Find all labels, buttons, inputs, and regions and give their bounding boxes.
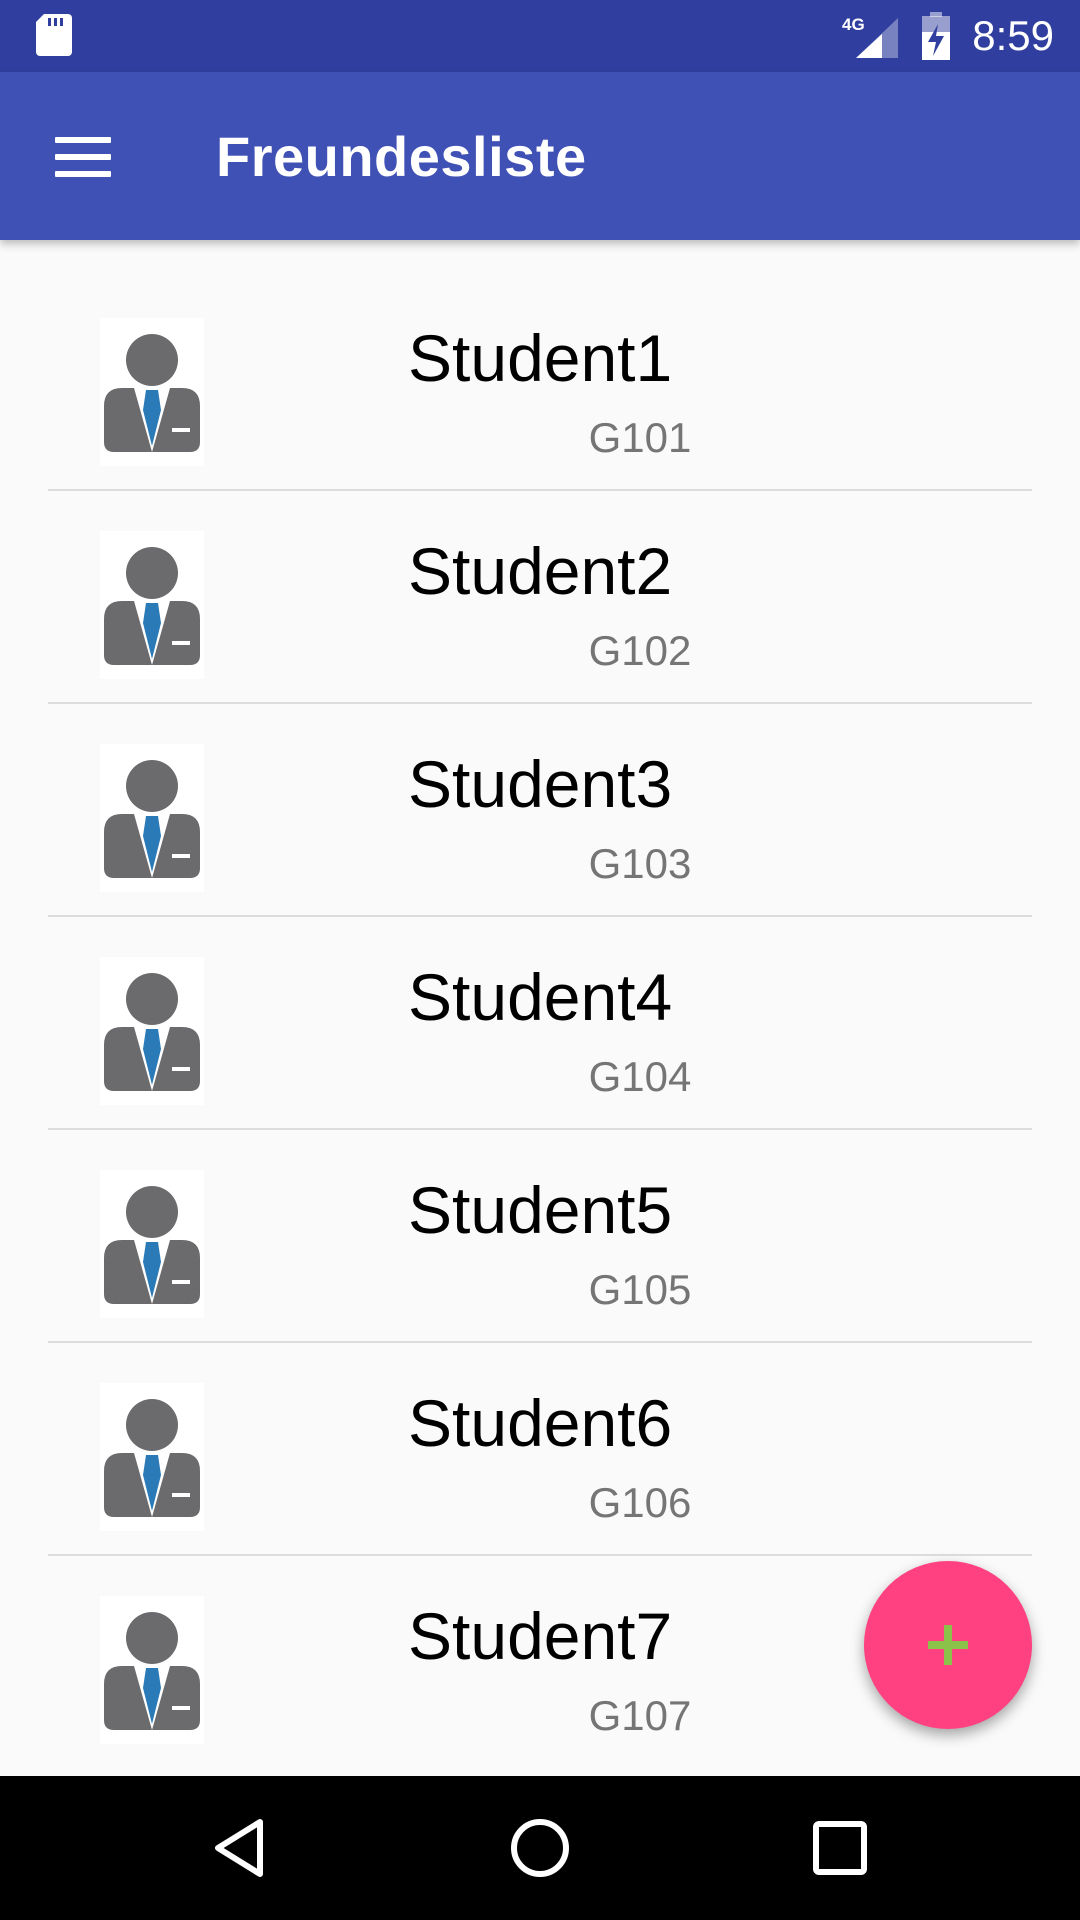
- list-divider: [48, 1341, 1032, 1343]
- battery-charging-icon: [922, 12, 950, 60]
- student-name: Student1: [408, 321, 673, 395]
- student-group: G105: [588, 1266, 692, 1313]
- student-name: Student6: [408, 1386, 673, 1460]
- menu-line: [55, 154, 111, 160]
- app-bar: Freundesliste: [0, 72, 1080, 240]
- back-icon[interactable]: [204, 1812, 276, 1884]
- list-divider: [48, 915, 1032, 917]
- student-list[interactable]: Student1 G101 Student2 G102 Student3 G103 Stud…: [0, 240, 1080, 1776]
- businessman-avatar-icon: [100, 1383, 204, 1531]
- student-name: Student2: [408, 534, 673, 608]
- businessman-avatar-icon: [100, 318, 204, 466]
- businessman-avatar-icon: [100, 1596, 204, 1744]
- student-name: Student4: [408, 960, 673, 1034]
- student-group: G107: [588, 1692, 692, 1739]
- list-divider: [48, 1554, 1032, 1556]
- sd-card-icon: [36, 14, 72, 56]
- navigation-bar: [0, 1776, 1080, 1920]
- menu-line: [55, 171, 111, 177]
- list-divider: [48, 702, 1032, 704]
- add-button[interactable]: [864, 1561, 1032, 1729]
- menu-line: [55, 137, 111, 143]
- businessman-avatar-icon: [100, 1170, 204, 1318]
- businessman-avatar-icon: [100, 531, 204, 679]
- student-group: G104: [588, 1053, 692, 1100]
- add-icon: [928, 1625, 968, 1665]
- student-group: G101: [588, 414, 692, 461]
- student-name: Student3: [408, 747, 673, 821]
- list-item[interactable]: Student2 G102: [0, 493, 1080, 706]
- student-group: G102: [588, 627, 692, 674]
- student-group: G103: [588, 840, 692, 887]
- signal-4g-icon: 4G: [842, 15, 898, 58]
- businessman-avatar-icon: [100, 957, 204, 1105]
- list-item[interactable]: Student6 G106: [0, 1345, 1080, 1558]
- recent-apps-icon[interactable]: [804, 1812, 876, 1884]
- student-group: G106: [588, 1479, 692, 1526]
- list-divider: [48, 489, 1032, 491]
- list-item[interactable]: Student5 G105: [0, 1132, 1080, 1345]
- network-type-label: 4G: [842, 15, 865, 34]
- status-time: 8:59: [972, 12, 1054, 59]
- list-item[interactable]: Student1 G101: [0, 280, 1080, 493]
- menu-icon[interactable]: [38, 112, 128, 202]
- page-title: Freundesliste: [216, 125, 587, 188]
- screen: 4G 8:59 Freundesliste Student1 G101 Studen…: [0, 0, 1080, 1920]
- student-name: Student7: [408, 1599, 673, 1673]
- student-name: Student5: [408, 1173, 673, 1247]
- list-item[interactable]: Student4 G104: [0, 919, 1080, 1132]
- list-item[interactable]: Student3 G103: [0, 706, 1080, 919]
- list-divider: [48, 1128, 1032, 1130]
- businessman-avatar-icon: [100, 744, 204, 892]
- home-icon[interactable]: [504, 1812, 576, 1884]
- status-bar: 4G 8:59: [0, 0, 1080, 72]
